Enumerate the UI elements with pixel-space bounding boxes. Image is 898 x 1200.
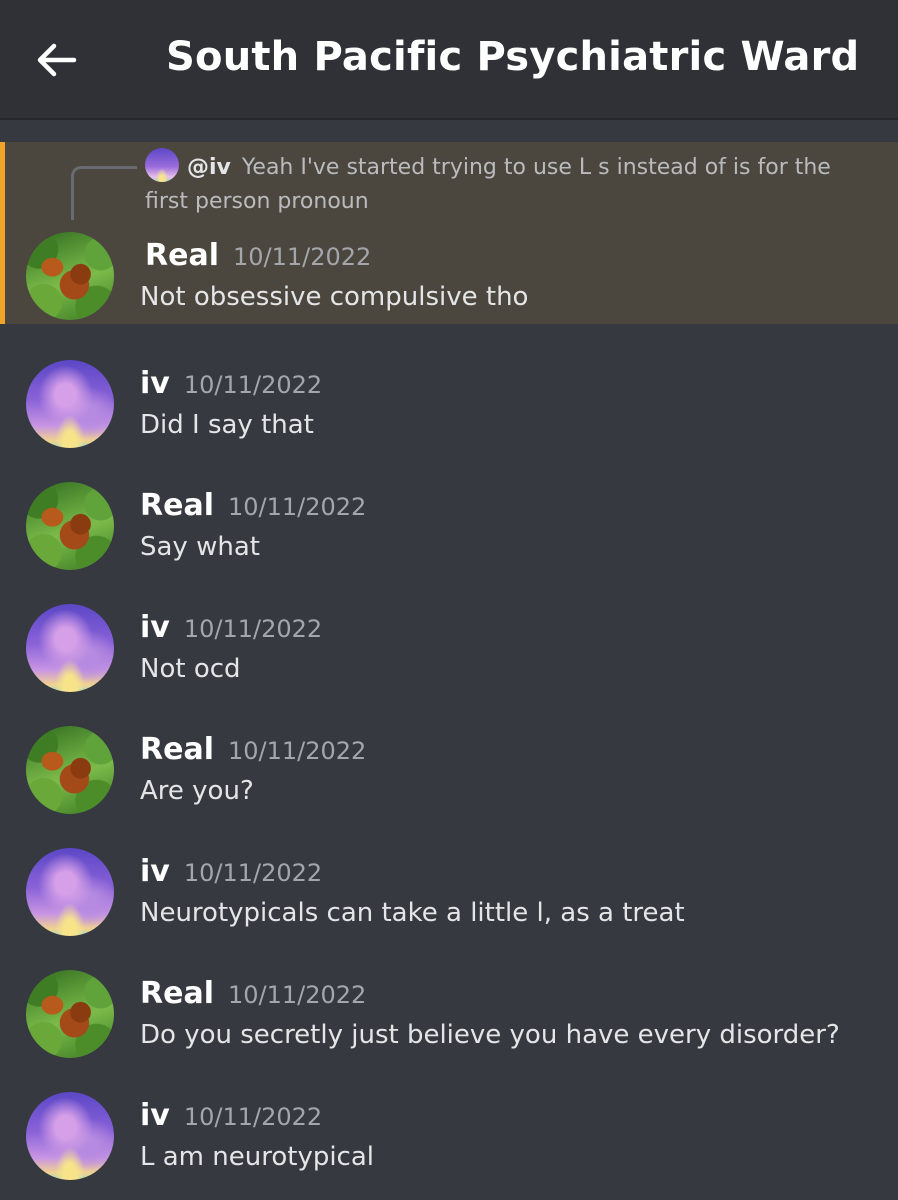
reply-text: Yeah I've started trying to use L s inst… [145, 155, 831, 214]
message-text: Are you? [140, 776, 254, 806]
reply-preview[interactable]: @iv Yeah I've started trying to use L s … [145, 148, 875, 219]
message-header: Real 10/11/2022 [140, 488, 366, 523]
message-item[interactable]: iv 10/11/2022 L am neurotypical [0, 1084, 898, 1194]
chat-header: South Pacific Psychiatric Ward [0, 0, 898, 120]
message-item[interactable]: Real 10/11/2022 Say what [0, 474, 898, 584]
avatar[interactable] [26, 232, 114, 320]
message-text: Neurotypicals can take a little l, as a … [140, 898, 685, 928]
timestamp: 10/11/2022 [183, 371, 323, 399]
message-item[interactable]: iv 10/11/2022 Not ocd [0, 596, 898, 706]
username[interactable]: iv [140, 366, 170, 401]
message-item[interactable]: Real 10/11/2022 Are you? [0, 718, 898, 828]
avatar[interactable] [26, 848, 114, 936]
timestamp: 10/11/2022 [183, 615, 323, 643]
username[interactable]: Real [140, 488, 214, 523]
reply-avatar [145, 148, 179, 182]
timestamp: 10/11/2022 [232, 243, 372, 271]
timestamp: 10/11/2022 [227, 981, 367, 1009]
timestamp: 10/11/2022 [183, 1103, 323, 1131]
username[interactable]: Real [140, 976, 214, 1011]
message-text: Say what [140, 532, 260, 562]
message-text: Do you secretly just believe you have ev… [140, 1020, 840, 1050]
username[interactable]: Real [140, 732, 214, 767]
username[interactable]: iv [140, 854, 170, 889]
message-text: Not ocd [140, 654, 241, 684]
message-header: iv 10/11/2022 [140, 610, 322, 645]
timestamp: 10/11/2022 [227, 493, 367, 521]
message-item[interactable]: Real 10/11/2022 Do you secretly just beli… [0, 962, 898, 1072]
avatar[interactable] [26, 726, 114, 814]
timestamp: 10/11/2022 [227, 737, 367, 765]
message-header: iv 10/11/2022 [140, 854, 322, 889]
message-header: Real 10/11/2022 [140, 732, 366, 767]
avatar[interactable] [26, 1092, 114, 1180]
message-text: Did I say that [140, 410, 314, 440]
avatar[interactable] [26, 360, 114, 448]
message-header: iv 10/11/2022 [140, 366, 322, 401]
reply-mention[interactable]: @iv [187, 155, 231, 180]
username[interactable]: iv [140, 1098, 170, 1133]
avatar[interactable] [26, 604, 114, 692]
message-item[interactable]: iv 10/11/2022 Did I say that [0, 352, 898, 462]
back-button[interactable] [34, 40, 78, 80]
message-header: iv 10/11/2022 [140, 1098, 322, 1133]
message-header: Real 10/11/2022 [145, 238, 371, 273]
message-item[interactable]: iv 10/11/2022 Neurotypicals can take a li… [0, 840, 898, 950]
arrow-left-icon [37, 43, 77, 77]
message-text: L am neurotypical [140, 1142, 375, 1172]
reply-connector [71, 166, 137, 220]
avatar[interactable] [26, 482, 114, 570]
avatar[interactable] [26, 970, 114, 1058]
message-text: Not obsessive compulsive tho [140, 282, 529, 312]
channel-title: South Pacific Psychiatric Ward [166, 34, 860, 80]
message-list[interactable]: @iv Yeah I've started trying to use L s … [0, 122, 898, 1200]
username[interactable]: iv [140, 610, 170, 645]
username[interactable]: Real [145, 238, 219, 273]
message-header: Real 10/11/2022 [140, 976, 366, 1011]
message-item[interactable]: @iv Yeah I've started trying to use L s … [0, 142, 898, 324]
timestamp: 10/11/2022 [183, 859, 323, 887]
